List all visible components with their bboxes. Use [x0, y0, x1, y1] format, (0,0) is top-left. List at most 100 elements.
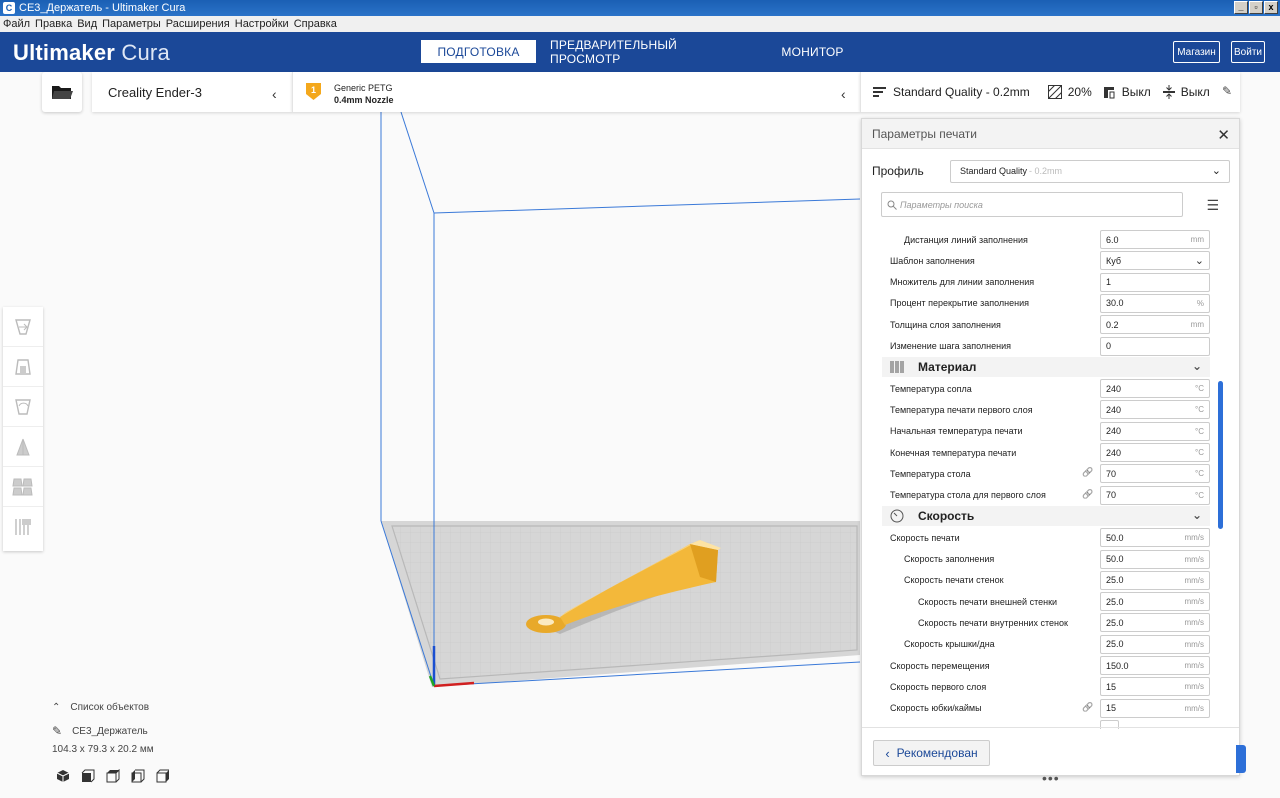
setting-unit: mm/s — [1184, 661, 1204, 670]
settings-scrollbar[interactable] — [1218, 381, 1223, 529]
print-settings-panel: Параметры печати ✕ Профиль Standard Qual… — [861, 118, 1240, 776]
chevron-down-icon: ⌄ — [1191, 508, 1202, 523]
view-front-icon[interactable] — [81, 769, 95, 783]
support-icon — [1103, 87, 1115, 99]
tab-preview[interactable]: ПРЕДВАРИТЕЛЬНЫЙ ПРОСМОТР — [550, 38, 750, 66]
slice-button[interactable] — [1236, 745, 1246, 773]
setting-value-field[interactable]: 150.0 mm/s — [1100, 656, 1210, 675]
menu-parameters[interactable]: Параметры — [102, 18, 161, 30]
move-tool[interactable] — [3, 307, 43, 347]
profile-dropdown[interactable]: Standard Quality - 0.2mm ⌄ — [950, 159, 1230, 183]
view-right-icon[interactable] — [156, 769, 170, 783]
tab-prepare[interactable]: ПОДГОТОВКА — [421, 40, 536, 63]
setting-value-field[interactable]: 15 mm/s — [1100, 677, 1210, 697]
setting-value: 15 — [1106, 681, 1117, 692]
setting-value: 25.0 — [1106, 617, 1124, 628]
recommended-mode-button[interactable]: ‹ Рекомендован — [873, 740, 990, 766]
logo-brand: Ultimaker — [13, 40, 116, 65]
material-selector[interactable]: 1 Generic PETG 0.4mm Nozzle ‹ — [292, 72, 860, 112]
setting-value-field[interactable]: 240 °C — [1100, 421, 1210, 441]
setting-value-field[interactable]: 6.0 mm — [1100, 230, 1210, 249]
setting-value: 30.0 — [1106, 298, 1124, 309]
view-top-icon[interactable] — [106, 769, 120, 783]
object-list-header[interactable]: ⌃ Список объектов — [52, 700, 170, 714]
menu-preferences[interactable]: Настройки — [235, 18, 289, 30]
close-window-button[interactable]: x — [1264, 1, 1278, 14]
setting-value-field[interactable]: 70 °C — [1100, 464, 1210, 484]
setting-value-field[interactable]: 240 °C — [1100, 379, 1210, 399]
object-list: ⌃ Список объектов ✎ CE3_Держатель 104.3 … — [52, 700, 170, 783]
link-icon[interactable]: 🔗 — [1082, 489, 1093, 500]
setting-value-field[interactable]: 0.2 mm — [1100, 315, 1210, 335]
menu-extensions[interactable]: Расширения — [166, 18, 230, 30]
setting-unit: mm/s — [1184, 682, 1204, 692]
setting-value-field[interactable]: 1 — [1100, 272, 1210, 292]
support-blocker-tool[interactable] — [3, 507, 43, 547]
hamburger-menu-icon[interactable]: ☰ — [1206, 197, 1219, 214]
setting-value-field[interactable]: 25.0 mm/s — [1100, 592, 1210, 612]
setting-unit: mm/s — [1184, 597, 1204, 607]
chevron-left-icon: ‹ — [272, 86, 277, 102]
view-left-icon[interactable] — [131, 769, 145, 783]
setting-value-field[interactable]: 25.0 mm/s — [1100, 613, 1210, 633]
quality-layers-icon — [873, 87, 886, 97]
view-3d-icon[interactable] — [56, 769, 70, 783]
setting-row: Скорость печати внешней стенки 25.0 mm/s — [882, 591, 1212, 612]
ultimaker-cura-logo: Ultimaker Cura — [13, 40, 170, 66]
setting-value: 240 — [1106, 383, 1122, 394]
window-title-bar: C CE3_Держатель - Ultimaker Cura _ ▫ x — [0, 0, 1280, 16]
open-file-button[interactable] — [42, 72, 82, 112]
setting-value-field[interactable]: 50.0 mm/s — [1100, 528, 1210, 548]
settings-list[interactable]: Дистанция линий заполнения 6.0 mm Шаблон за… — [862, 225, 1222, 729]
link-icon[interactable]: 🔗 — [1082, 702, 1093, 713]
setting-value-field[interactable]: 240 °C — [1100, 400, 1210, 420]
setting-value: 50.0 — [1106, 532, 1124, 543]
rotate-tool[interactable] — [3, 387, 43, 427]
setting-value-field[interactable]: 25.0 mm/s — [1100, 570, 1210, 590]
mirror-tool[interactable] — [3, 427, 43, 467]
setting-value-field[interactable]: 0 — [1100, 336, 1210, 356]
setting-value: Куб — [1106, 255, 1121, 266]
signin-button[interactable]: Войти — [1231, 41, 1265, 63]
close-icon[interactable]: ✕ — [1217, 126, 1230, 144]
chevron-down-icon: ⌄ — [1191, 359, 1202, 374]
link-icon[interactable]: 🔗 — [1082, 467, 1093, 478]
per-model-settings-tool[interactable] — [3, 467, 43, 507]
minimize-button[interactable]: _ — [1234, 1, 1248, 14]
menu-view[interactable]: Вид — [77, 18, 97, 30]
setting-value: 25.0 — [1106, 639, 1124, 650]
settings-search-input[interactable]: Параметры поиска — [881, 192, 1183, 217]
setting-value-field[interactable]: Куб ⌄ — [1100, 251, 1210, 271]
category-material[interactable]: Материал ⌄ — [882, 357, 1210, 378]
setting-value-field[interactable]: 50.0 mm/s — [1100, 549, 1210, 569]
setting-row: Множитель для линии заполнения 1 — [882, 272, 1212, 293]
rotate-icon — [15, 398, 31, 415]
pencil-icon[interactable]: ✎ — [1222, 84, 1232, 98]
setting-value-field[interactable]: 70 °C — [1100, 485, 1210, 505]
setting-value-field[interactable]: 25.0 mm/s — [1100, 634, 1210, 654]
tab-monitor[interactable]: МОНИТОР — [770, 40, 855, 63]
scale-tool[interactable] — [3, 347, 43, 387]
menu-file[interactable]: Файл — [3, 18, 30, 30]
setting-value-field[interactable]: 30.0% — [1100, 293, 1210, 313]
more-options-icon[interactable]: ••• — [1042, 770, 1060, 786]
setting-row: Скорость юбки/каймы 🔗 15 mm/s — [882, 698, 1212, 719]
setting-unit: mm — [1190, 235, 1204, 244]
category-speed[interactable]: Скорость ⌄ — [882, 506, 1210, 527]
setting-value-field[interactable]: 15 mm/s — [1100, 698, 1210, 718]
setting-row: Шаблон заполнения Куб ⌄ — [882, 250, 1212, 271]
setting-row: Скорость первого слоя 15 mm/s — [882, 676, 1212, 697]
marketplace-button[interactable]: Магазин — [1173, 41, 1220, 63]
setting-value: 15 — [1106, 703, 1117, 714]
printer-selector[interactable]: Creality Ender-3 ‹ — [92, 72, 292, 112]
panel-footer: ‹ Рекомендован — [862, 727, 1239, 775]
setting-value: 150.0 — [1106, 660, 1129, 671]
print-settings-summary[interactable]: Standard Quality - 0.2mm 20% Выкл Выкл ✎ — [860, 72, 1240, 112]
setting-row: Скорость заполнения 50.0 mm/s — [882, 549, 1212, 570]
menu-edit[interactable]: Правка — [35, 18, 72, 30]
search-icon — [887, 200, 897, 210]
object-list-item[interactable]: ✎ CE3_Держатель — [52, 724, 170, 738]
menu-help[interactable]: Справка — [294, 18, 337, 30]
maximize-button[interactable]: ▫ — [1249, 1, 1263, 14]
setting-value-field[interactable]: 240 °C — [1100, 443, 1210, 462]
